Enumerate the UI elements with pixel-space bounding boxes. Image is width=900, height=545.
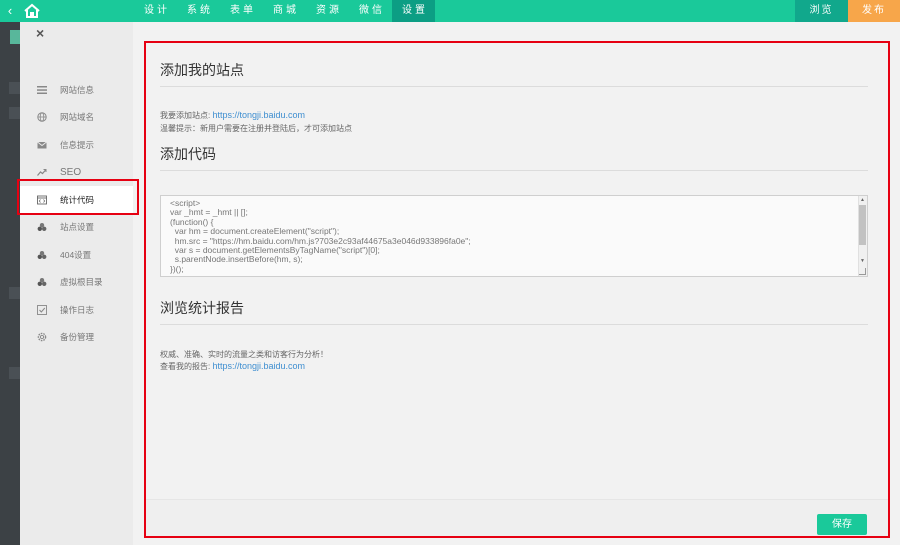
checklist-icon	[37, 304, 47, 315]
publish-button[interactable]: 发布	[848, 0, 900, 22]
menu-item-label: 虚拟根目录	[60, 277, 103, 288]
menu-item-domain[interactable]: 网站域名	[20, 104, 133, 132]
menu-item-404[interactable]: 404设置	[20, 241, 133, 269]
menu-item-virtual-root[interactable]: 虚拟根目录	[20, 269, 133, 297]
nav-wechat[interactable]: 微信	[349, 0, 392, 22]
close-icon[interactable]: ×	[36, 25, 44, 41]
menu-item-label: SEO	[60, 166, 82, 178]
code-scrollbar[interactable]: ▲ ▼	[858, 196, 867, 276]
menu-item-label: 备份管理	[60, 332, 95, 343]
menu-item-op-log[interactable]: 操作日志	[20, 296, 133, 324]
footer-bar: 保存	[146, 499, 888, 536]
home-icon[interactable]	[22, 3, 42, 19]
menu-item-label: 信息提示	[60, 139, 95, 150]
section-title-report: 浏览统计报告	[160, 300, 244, 316]
content-highlight: 添加我的站点 我要添加站点: https://tongji.baidu.com …	[144, 41, 890, 538]
cluster-icon	[37, 277, 47, 287]
report-link[interactable]: https://tongji.baidu.com	[212, 361, 305, 371]
top-nav: 设计 系统 表单 商城 资源 微信 设置	[134, 0, 435, 22]
nav-settings[interactable]: 设置	[392, 0, 435, 22]
sidebar-glyph	[9, 82, 20, 94]
code-textarea[interactable]: <script> var _hmt = _hmt || []; (functio…	[160, 195, 868, 277]
menu-item-backup[interactable]: 备份管理	[20, 324, 133, 352]
section-title-add-site: 添加我的站点	[160, 62, 244, 78]
menu-item-label: 网站域名	[60, 112, 95, 123]
divider	[160, 324, 868, 325]
nav-form[interactable]: 表单	[220, 0, 263, 22]
scroll-down-icon[interactable]: ▼	[860, 258, 865, 264]
sidebar-glyph	[9, 287, 20, 299]
trend-icon	[37, 167, 47, 177]
sidebar-tab	[10, 30, 20, 44]
nav-system[interactable]: 系统	[177, 0, 220, 22]
report-prefix: 查看我的报告:	[160, 362, 211, 371]
main-content: 添加我的站点 我要添加站点: https://tongji.baidu.com …	[146, 43, 888, 536]
menu-item-site-settings[interactable]: 站点设置	[20, 214, 133, 242]
report-line: 查看我的报告: https://tongji.baidu.com	[160, 361, 305, 372]
cluster-icon	[37, 222, 47, 232]
divider	[160, 86, 868, 87]
cluster-icon	[37, 250, 47, 260]
scroll-thumb[interactable]	[859, 205, 866, 245]
menu-item-label: 404设置	[60, 249, 92, 260]
active-item-highlight	[17, 179, 139, 215]
save-button[interactable]: 保存	[817, 514, 867, 535]
chevron-left-icon[interactable]: ‹	[0, 0, 20, 22]
editor-sidebar	[0, 22, 20, 545]
code-content: <script> var _hmt = _hmt || []; (functio…	[170, 198, 471, 274]
sidebar-glyph	[9, 107, 20, 119]
menu-item-site-info[interactable]: 网站信息	[20, 76, 133, 104]
report-desc: 权威、准确、实时的流量之类和访客行为分析！	[160, 350, 328, 359]
add-site-prefix: 我要添加站点:	[160, 111, 211, 120]
section-title-add-code: 添加代码	[160, 146, 216, 162]
add-site-link[interactable]: https://tongji.baidu.com	[212, 110, 305, 120]
menu-item-notice[interactable]: 信息提示	[20, 131, 133, 159]
mail-icon	[37, 140, 47, 150]
add-site-line: 我要添加站点: https://tongji.baidu.com	[160, 110, 305, 121]
menu-item-label: 网站信息	[60, 84, 95, 95]
gear-icon	[37, 332, 47, 342]
add-site-tip: 温馨提示：新用户需要在注册并登陆后，才可添加站点	[160, 124, 352, 133]
scroll-up-icon[interactable]: ▲	[860, 197, 865, 203]
top-bar: ‹ 设计 系统 表单 商城 资源 微信 设置 浏览 发布	[0, 0, 900, 22]
nav-mall[interactable]: 商城	[263, 0, 306, 22]
globe-icon	[37, 112, 47, 122]
list-icon	[37, 85, 47, 95]
resize-handle-icon[interactable]	[859, 268, 866, 275]
divider	[160, 170, 868, 171]
sidebar-glyph	[9, 367, 20, 379]
menu-item-label: 站点设置	[60, 222, 95, 233]
settings-panel: × 网站信息 网站域名 信息提示 SEO 统计代码 站点设置 404设置 虚拟根…	[20, 22, 133, 545]
nav-design[interactable]: 设计	[134, 0, 177, 22]
nav-resource[interactable]: 资源	[306, 0, 349, 22]
browse-button[interactable]: 浏览	[795, 0, 848, 22]
menu-item-label: 操作日志	[60, 304, 95, 315]
